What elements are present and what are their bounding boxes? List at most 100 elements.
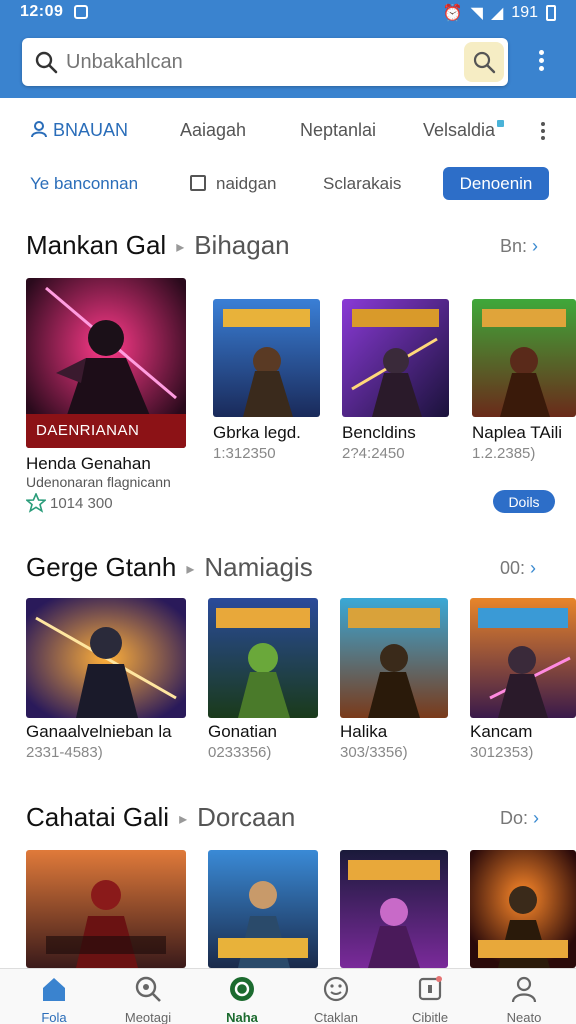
new-badge xyxy=(497,120,505,127)
filter-link[interactable]: Ye banconnan xyxy=(30,174,138,194)
star-icon xyxy=(26,493,46,513)
game-meta: 303/3356) xyxy=(340,744,408,761)
featured-banner: DAENRIANAN xyxy=(26,414,186,448)
game-cover-image xyxy=(208,850,318,968)
game-card[interactable] xyxy=(26,850,186,968)
sort-option[interactable]: Sclarakais xyxy=(323,174,401,194)
details-button[interactable]: Doils xyxy=(493,490,555,513)
game-meta: 0233356) xyxy=(208,744,272,761)
game-cover-image xyxy=(26,850,186,968)
game-cover-image xyxy=(208,598,318,718)
see-all-label: Do: xyxy=(500,808,529,828)
game-card[interactable]: Gbrka legd. 1:312350 xyxy=(213,299,320,462)
game-card[interactable]: Naplea TAili 1.2.2385) xyxy=(472,299,576,462)
search-icon xyxy=(135,976,161,1002)
wifi-icon: ◥ xyxy=(470,5,483,22)
notification-icon xyxy=(74,5,88,19)
game-meta: 2?4:2450 xyxy=(342,445,405,462)
category-tabs: BNAUAN Aaiagah Neptanlai Velsaldia xyxy=(0,112,576,150)
nav-ctaklan[interactable]: Ctaklan xyxy=(296,975,376,1024)
see-all-link[interactable]: Bn: › xyxy=(500,236,538,257)
see-all-link[interactable]: Do: › xyxy=(500,808,539,829)
rating-value: 1014 300 xyxy=(50,494,113,512)
nav-label: Fola xyxy=(41,1010,67,1024)
game-title: Gonatian xyxy=(208,722,277,741)
game-cover-image xyxy=(470,850,576,968)
game-card[interactable] xyxy=(208,850,318,968)
nav-profile[interactable]: Neato xyxy=(484,975,564,1024)
nav-label: Ctaklan xyxy=(313,1010,359,1024)
featured-game-card[interactable]: DAENRIANAN Henda Genahan Udenonaran flag… xyxy=(26,278,186,490)
nav-label: Neato xyxy=(506,1010,542,1024)
game-meta: 1.2.2385) xyxy=(472,445,536,462)
nav-home[interactable]: Fola xyxy=(14,975,94,1024)
game-card[interactable]: Halika 303/3356) xyxy=(340,598,448,761)
bottom-navigation: Fola Meotagi Naha Ctaklan Cibitle Neato xyxy=(0,968,576,1024)
search-icon xyxy=(35,51,58,74)
see-all-label: Bn: xyxy=(500,236,528,256)
games-icon xyxy=(230,977,254,1001)
game-cover-image xyxy=(470,598,576,718)
battery-level: 191 xyxy=(511,4,538,21)
game-title: Ganaalvelnieban la xyxy=(26,722,172,741)
signal-icon: ◢ xyxy=(490,5,504,22)
nav-label: Meotagi xyxy=(124,1010,172,1024)
section-heading: Cahatai Gali xyxy=(26,802,170,832)
alarm-icon: ⏰ xyxy=(442,5,463,22)
game-card[interactable] xyxy=(470,850,576,968)
see-all-label: 00: xyxy=(500,558,526,578)
game-card[interactable]: Bencldins 2?4:2450 xyxy=(342,299,449,462)
game-rating: 1014 300 xyxy=(26,493,113,513)
search-bar xyxy=(22,38,508,86)
tab-label: Neptanlai xyxy=(300,120,377,140)
game-card[interactable]: Kancam 3012353) xyxy=(470,598,576,761)
status-time: 12:09 xyxy=(20,3,64,20)
person-icon xyxy=(31,121,47,138)
more-tabs-icon[interactable] xyxy=(540,122,546,142)
game-meta: 1:312350 xyxy=(213,445,276,462)
chevron-right-icon: ▸ xyxy=(186,561,195,579)
chevron-right-icon: › xyxy=(532,236,539,256)
tab-velsaldia[interactable]: Velsaldia xyxy=(423,120,505,141)
tab-aaiagah[interactable]: Aaiagah xyxy=(180,120,246,141)
chevron-right-icon: ▸ xyxy=(176,239,185,257)
game-title: Kancam xyxy=(470,722,533,741)
nav-cibitle[interactable]: Cibitle xyxy=(390,975,470,1024)
tab-label: Velsaldia xyxy=(423,120,496,140)
nav-search[interactable]: Meotagi xyxy=(108,975,188,1024)
overflow-menu-icon[interactable] xyxy=(536,50,546,74)
game-card[interactable] xyxy=(340,850,448,968)
game-title: Naplea TAili xyxy=(472,423,563,442)
game-cover-image xyxy=(26,598,186,718)
home-icon xyxy=(43,978,65,1001)
box-icon xyxy=(418,976,442,1001)
search-icon xyxy=(473,51,496,74)
game-meta: 2331-4583) xyxy=(26,744,103,761)
section-heading: Gerge Gtanh xyxy=(26,552,177,582)
game-cover-image xyxy=(213,299,320,417)
nav-label: Naha xyxy=(226,1010,258,1024)
game-card[interactable]: Gonatian 0233356) xyxy=(208,598,318,761)
tab-bnauan[interactable]: BNAUAN xyxy=(30,120,128,141)
game-card[interactable]: Ganaalvelnieban la 2331-4583) xyxy=(26,598,186,761)
game-title: Halika xyxy=(340,722,388,741)
filter-checkbox[interactable] xyxy=(190,175,206,191)
game-subtitle: Udenonaran flagnicann xyxy=(26,474,171,490)
chevron-right-icon: › xyxy=(533,808,540,828)
game-title: Gbrka legd. xyxy=(213,423,301,442)
filter-apply-button[interactable]: Denoenin xyxy=(443,167,549,200)
tab-neptanlai[interactable]: Neptanlai xyxy=(300,120,376,141)
search-input[interactable] xyxy=(66,46,436,78)
nav-games[interactable]: Naha xyxy=(202,975,282,1024)
section-title: Mankan Gal ▸ Bihagan xyxy=(26,230,290,261)
person-icon xyxy=(511,976,537,1003)
game-cover-image xyxy=(472,299,576,417)
chevron-right-icon: › xyxy=(530,558,537,578)
game-title: Bencldins xyxy=(342,423,416,442)
game-cover-image xyxy=(340,850,448,968)
filter-checkbox-label: naidgan xyxy=(216,174,277,193)
see-all-link[interactable]: 00: › xyxy=(500,558,536,579)
smiley-icon xyxy=(323,976,349,1002)
search-button[interactable] xyxy=(464,42,504,82)
section-subheading: Namiagis xyxy=(204,552,313,582)
